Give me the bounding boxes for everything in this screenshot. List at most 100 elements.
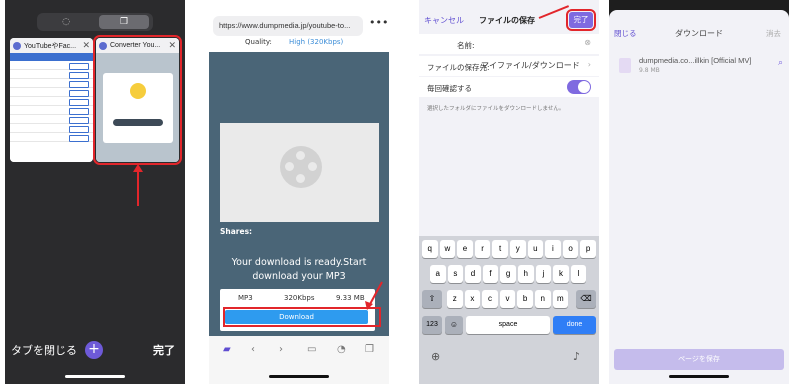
confirm-label: 毎回確認する <box>427 84 472 93</box>
key-i[interactable]: i <box>545 240 561 258</box>
preview-button <box>113 119 163 126</box>
globe-icon[interactable]: ⊕ <box>431 350 440 363</box>
search-icon[interactable]: ⌕ <box>778 58 783 68</box>
browser-header: https://www.dumpmedia.jp/youtube-to... •… <box>209 0 389 52</box>
file-icon <box>619 58 631 73</box>
cancel-button[interactable]: キャンセル <box>424 15 464 26</box>
keyboard: qwertyuiop asdfghjkl zxcvbnm ⇧ ⌫ 123 ☺ s… <box>419 236 599 384</box>
key-g[interactable]: g <box>500 265 516 283</box>
key-w[interactable]: w <box>439 240 456 258</box>
shares-label: Shares: <box>220 227 253 236</box>
key-v[interactable]: v <box>499 290 516 308</box>
close-tabs-button[interactable]: タブを閉じる <box>11 342 77 358</box>
file-size: 9.8 MB <box>639 67 660 74</box>
quality-label: Quality: <box>245 38 272 46</box>
preview-row <box>10 106 93 115</box>
key-c[interactable]: c <box>482 290 498 308</box>
bookmarks-icon[interactable]: ▭ <box>307 344 316 355</box>
film-reel-icon <box>280 146 322 188</box>
tab-switcher-panel: ◌ ❐ YouTubeやFac... ✕ Converter You... ✕ <box>5 0 185 384</box>
tab-switcher-toolbar: タブを閉じる + 完了 <box>5 336 185 364</box>
key-b[interactable]: b <box>517 290 533 308</box>
key-d[interactable]: d <box>465 265 481 283</box>
key-s[interactable]: s <box>447 265 464 283</box>
delete-key[interactable]: ⌫ <box>576 290 596 308</box>
key-a[interactable]: a <box>430 265 446 283</box>
preview-row <box>10 88 93 97</box>
erase-button[interactable]: 消去 <box>766 28 781 39</box>
tabs-icon[interactable]: ❐ <box>99 15 149 29</box>
key-r[interactable]: r <box>474 240 491 258</box>
close-icon[interactable]: ✕ <box>82 41 90 51</box>
confirm-toggle[interactable] <box>567 80 591 94</box>
favicon-icon <box>99 41 107 50</box>
tab-title: Converter You... <box>110 42 161 49</box>
key-n[interactable]: n <box>535 290 551 308</box>
download-item[interactable]: dumpmedia.co...illkin [Official MV] 9.8 … <box>615 52 783 82</box>
emoji-icon <box>130 83 146 99</box>
numbers-key[interactable]: 123 <box>422 316 442 334</box>
done-button[interactable]: 完了 <box>153 342 175 358</box>
key-k[interactable]: k <box>553 265 569 283</box>
key-m[interactable]: m <box>552 290 569 308</box>
key-x[interactable]: x <box>464 290 481 308</box>
name-label: 名前: <box>457 41 475 50</box>
key-p[interactable]: p <box>580 240 596 258</box>
key-o[interactable]: o <box>562 240 579 258</box>
tab-card-youtube[interactable]: YouTubeやFac... ✕ <box>10 38 93 162</box>
clear-icon[interactable]: ⊗ <box>584 38 591 47</box>
preview-bar <box>10 53 93 61</box>
home-indicator <box>669 375 729 378</box>
downloads-icon[interactable]: ◔ <box>337 344 346 355</box>
microphone-icon[interactable]: ♪ <box>573 350 580 363</box>
space-key[interactable]: space <box>466 316 550 334</box>
preview-row <box>10 70 93 79</box>
file-name: dumpmedia.co...illkin [Official MV] <box>639 56 752 65</box>
download-page-panel: https://www.dumpmedia.jp/youtube-to... •… <box>209 0 389 384</box>
key-z[interactable]: z <box>447 290 463 308</box>
done-key[interactable]: done <box>553 316 596 334</box>
highlight-overlay <box>223 281 383 327</box>
key-h[interactable]: h <box>518 265 534 283</box>
key-l[interactable]: l <box>570 265 587 283</box>
video-placeholder <box>220 123 379 222</box>
home-indicator <box>269 375 329 378</box>
tabs-icon[interactable]: ❐ <box>365 344 374 355</box>
preview-dialog <box>103 73 173 143</box>
home-indicator <box>65 375 125 378</box>
dialog-title: ファイルの保存 <box>479 16 535 25</box>
key-u[interactable]: u <box>527 240 544 258</box>
name-row[interactable]: 名前: ⊗ <box>419 34 599 54</box>
preview-row <box>10 61 93 70</box>
private-tabs-icon[interactable]: ◌ <box>41 15 91 29</box>
key-f[interactable]: f <box>482 265 499 283</box>
favicon-icon <box>13 41 21 50</box>
new-tab-button[interactable]: + <box>85 341 103 359</box>
save-page-button[interactable]: ページを保存 <box>614 349 784 370</box>
address-bar[interactable]: https://www.dumpmedia.jp/youtube-to... <box>213 16 363 36</box>
quality-select[interactable]: High (320Kbps) <box>289 38 343 46</box>
emoji-key[interactable]: ☺ <box>445 316 463 334</box>
tab-preview <box>96 53 179 162</box>
more-icon[interactable]: ••• <box>369 16 388 29</box>
shift-key[interactable]: ⇧ <box>422 290 442 308</box>
folder-icon[interactable]: ▰ <box>223 344 231 355</box>
save-dialog-panel: キャンセル ファイルの保存 完了 名前: ⊗ ファイルの保存先: マイファイル/… <box>419 0 599 384</box>
key-e[interactable]: e <box>457 240 473 258</box>
close-button[interactable]: 閉じる <box>614 28 637 39</box>
preview-row <box>10 133 93 142</box>
downloads-sheet: 閉じる ダウンロード 消去 dumpmedia.co...illkin [Off… <box>609 10 789 384</box>
red-arrow-shaft <box>137 168 139 206</box>
forward-icon[interactable]: › <box>279 344 283 355</box>
key-y[interactable]: y <box>510 240 526 258</box>
key-q[interactable]: q <box>422 240 438 258</box>
sheet-title: ダウンロード <box>675 29 723 38</box>
tab-card-converter[interactable]: Converter You... ✕ <box>93 35 182 165</box>
key-t[interactable]: t <box>492 240 508 258</box>
chevron-right-icon: › <box>587 60 591 69</box>
back-icon[interactable]: ‹ <box>251 344 255 355</box>
location-row[interactable]: ファイルの保存先: マイファイル/ダウンロード › <box>419 56 599 76</box>
key-j[interactable]: j <box>535 265 552 283</box>
close-icon[interactable]: ✕ <box>168 41 176 51</box>
done-button[interactable]: 完了 <box>566 9 596 31</box>
